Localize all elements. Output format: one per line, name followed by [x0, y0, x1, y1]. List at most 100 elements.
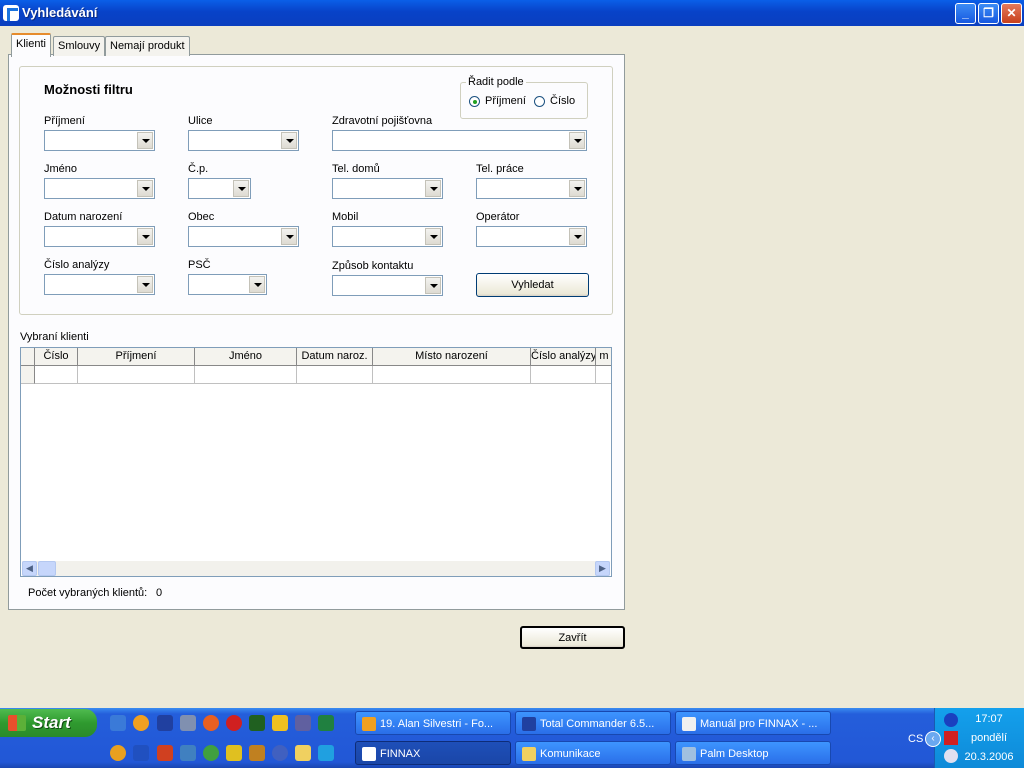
- sort-radio-cislo[interactable]: [534, 96, 545, 107]
- grid-cell[interactable]: [78, 366, 195, 384]
- prijmeni-combo[interactable]: [44, 130, 155, 151]
- word-icon[interactable]: [133, 745, 149, 761]
- chevron-down-icon[interactable]: [249, 276, 265, 293]
- scroll-right-icon[interactable]: ▶: [595, 561, 610, 576]
- close-button[interactable]: Zavřít: [520, 626, 625, 649]
- chevron-down-icon[interactable]: [425, 277, 441, 294]
- jmeno-combo[interactable]: [44, 178, 155, 199]
- count-value: 0: [156, 587, 163, 599]
- mobil-label: Mobil: [332, 211, 359, 223]
- chevron-down-icon[interactable]: [137, 276, 153, 293]
- pojistovna-combo[interactable]: [332, 130, 587, 151]
- chevron-down-icon[interactable]: [569, 228, 585, 245]
- restore-button[interactable]: ❐: [978, 3, 999, 24]
- chevron-down-icon[interactable]: [281, 228, 297, 245]
- clients-grid[interactable]: Číslo Příjmení Jméno Datum naroz. Místo …: [20, 347, 612, 577]
- media-player-icon[interactable]: [133, 715, 149, 731]
- clock-time[interactable]: 17:07: [954, 713, 1024, 725]
- scrollbar-thumb[interactable]: [38, 561, 56, 576]
- horizontal-scrollbar[interactable]: ◀ ▶: [22, 561, 610, 576]
- lightning-icon[interactable]: [272, 715, 288, 731]
- close-window-button[interactable]: ✕: [1001, 3, 1022, 24]
- column-header-jmeno[interactable]: Jméno: [195, 348, 297, 366]
- grid-cell[interactable]: [531, 366, 596, 384]
- winamp-icon[interactable]: [249, 715, 265, 731]
- taskbar-button-total-commander[interactable]: Total Commander 6.5...: [515, 711, 671, 735]
- column-header-m[interactable]: m: [596, 348, 611, 366]
- finnax-quicklaunch-icon[interactable]: [318, 745, 334, 761]
- tab-smlouvy[interactable]: Smlouvy: [53, 36, 106, 56]
- ulice-combo[interactable]: [188, 130, 299, 151]
- taskbar-button-finnax[interactable]: FINNAX: [355, 741, 511, 765]
- datum-narozeni-combo[interactable]: [44, 226, 155, 247]
- search-button[interactable]: Vyhledat: [476, 273, 589, 297]
- prijmeni-label: Příjmení: [44, 115, 85, 127]
- pojistovna-label: Zdravotní pojišťovna: [332, 115, 433, 127]
- chevron-down-icon[interactable]: [233, 180, 249, 197]
- tab-nemaji-produkt[interactable]: Nemají produkt: [105, 36, 190, 56]
- grid-cell[interactable]: [35, 366, 78, 384]
- msg-icon[interactable]: [295, 715, 311, 731]
- psc-combo[interactable]: [188, 274, 267, 295]
- taskbar-button-palm-desktop[interactable]: Palm Desktop: [675, 741, 831, 765]
- chevron-down-icon[interactable]: [137, 132, 153, 149]
- operator-combo[interactable]: [476, 226, 587, 247]
- sort-option-cislo-label[interactable]: Číslo: [550, 95, 575, 107]
- tray-expand-icon[interactable]: ‹: [925, 731, 941, 747]
- powerpoint-icon[interactable]: [157, 745, 173, 761]
- phone-icon[interactable]: [249, 745, 265, 761]
- floppy-icon[interactable]: [157, 715, 173, 731]
- grid-cell[interactable]: [195, 366, 297, 384]
- chevron-down-icon[interactable]: [137, 180, 153, 197]
- clock-icon[interactable]: [110, 745, 126, 761]
- title-bar[interactable]: [0, 0, 1024, 26]
- column-header-prijmeni[interactable]: Příjmení: [78, 348, 195, 366]
- row-selector[interactable]: [21, 366, 35, 384]
- obec-combo[interactable]: [188, 226, 299, 247]
- filter-title: Možnosti filtru: [44, 82, 133, 97]
- bs-icon[interactable]: [272, 745, 288, 761]
- task-label: FINNAX: [380, 747, 421, 760]
- cp-combo[interactable]: [188, 178, 251, 199]
- zpusob-kontaktu-combo[interactable]: [332, 275, 443, 296]
- finnax-app-icon: [3, 5, 19, 21]
- excel-icon[interactable]: [318, 715, 334, 731]
- grid-cell[interactable]: [297, 366, 373, 384]
- taskbar-button-alan-silvestri[interactable]: 19. Alan Silvestri - Fo...: [355, 711, 511, 735]
- sort-group-label: Řadit podle: [466, 76, 526, 88]
- column-header-misto-narozeni[interactable]: Místo narození: [373, 348, 531, 366]
- calculator-icon[interactable]: [180, 715, 196, 731]
- grid-cell[interactable]: [596, 366, 611, 384]
- taskbar-button-komunikace[interactable]: Komunikace: [515, 741, 671, 765]
- tools-icon[interactable]: [226, 745, 242, 761]
- ie-icon[interactable]: [110, 715, 126, 731]
- firefox-icon[interactable]: [203, 715, 219, 731]
- chevron-down-icon[interactable]: [569, 132, 585, 149]
- folder-icon[interactable]: [295, 745, 311, 761]
- tel-domu-combo[interactable]: [332, 178, 443, 199]
- sort-option-prijmeni-label[interactable]: Příjmení: [485, 95, 526, 107]
- opera-icon[interactable]: [226, 715, 242, 731]
- minimize-button[interactable]: _: [955, 3, 976, 24]
- chevron-down-icon[interactable]: [137, 228, 153, 245]
- scroll-left-icon[interactable]: ◀: [22, 561, 37, 576]
- column-header-datum-naroz[interactable]: Datum naroz.: [297, 348, 373, 366]
- tel-prace-combo[interactable]: [476, 178, 587, 199]
- globe-icon[interactable]: [203, 745, 219, 761]
- sort-radio-prijmeni[interactable]: [469, 96, 480, 107]
- taskbar-button-manual-finnax[interactable]: Manuál pro FINNAX - ...: [675, 711, 831, 735]
- chevron-down-icon[interactable]: [281, 132, 297, 149]
- network-icon[interactable]: [180, 745, 196, 761]
- column-header-cislo[interactable]: Číslo: [35, 348, 78, 366]
- chevron-down-icon[interactable]: [425, 228, 441, 245]
- column-header-cislo-analyzy[interactable]: Číslo analýzy: [531, 348, 596, 366]
- chevron-down-icon[interactable]: [425, 180, 441, 197]
- tel-prace-label: Tel. práce: [476, 163, 524, 175]
- task-label: Manuál pro FINNAX - ...: [700, 717, 818, 730]
- cislo-analyzy-combo[interactable]: [44, 274, 155, 295]
- grid-cell[interactable]: [373, 366, 531, 384]
- tab-klienti[interactable]: Klienti: [11, 33, 51, 57]
- chevron-down-icon[interactable]: [569, 180, 585, 197]
- language-indicator[interactable]: CS: [908, 733, 923, 745]
- mobil-combo[interactable]: [332, 226, 443, 247]
